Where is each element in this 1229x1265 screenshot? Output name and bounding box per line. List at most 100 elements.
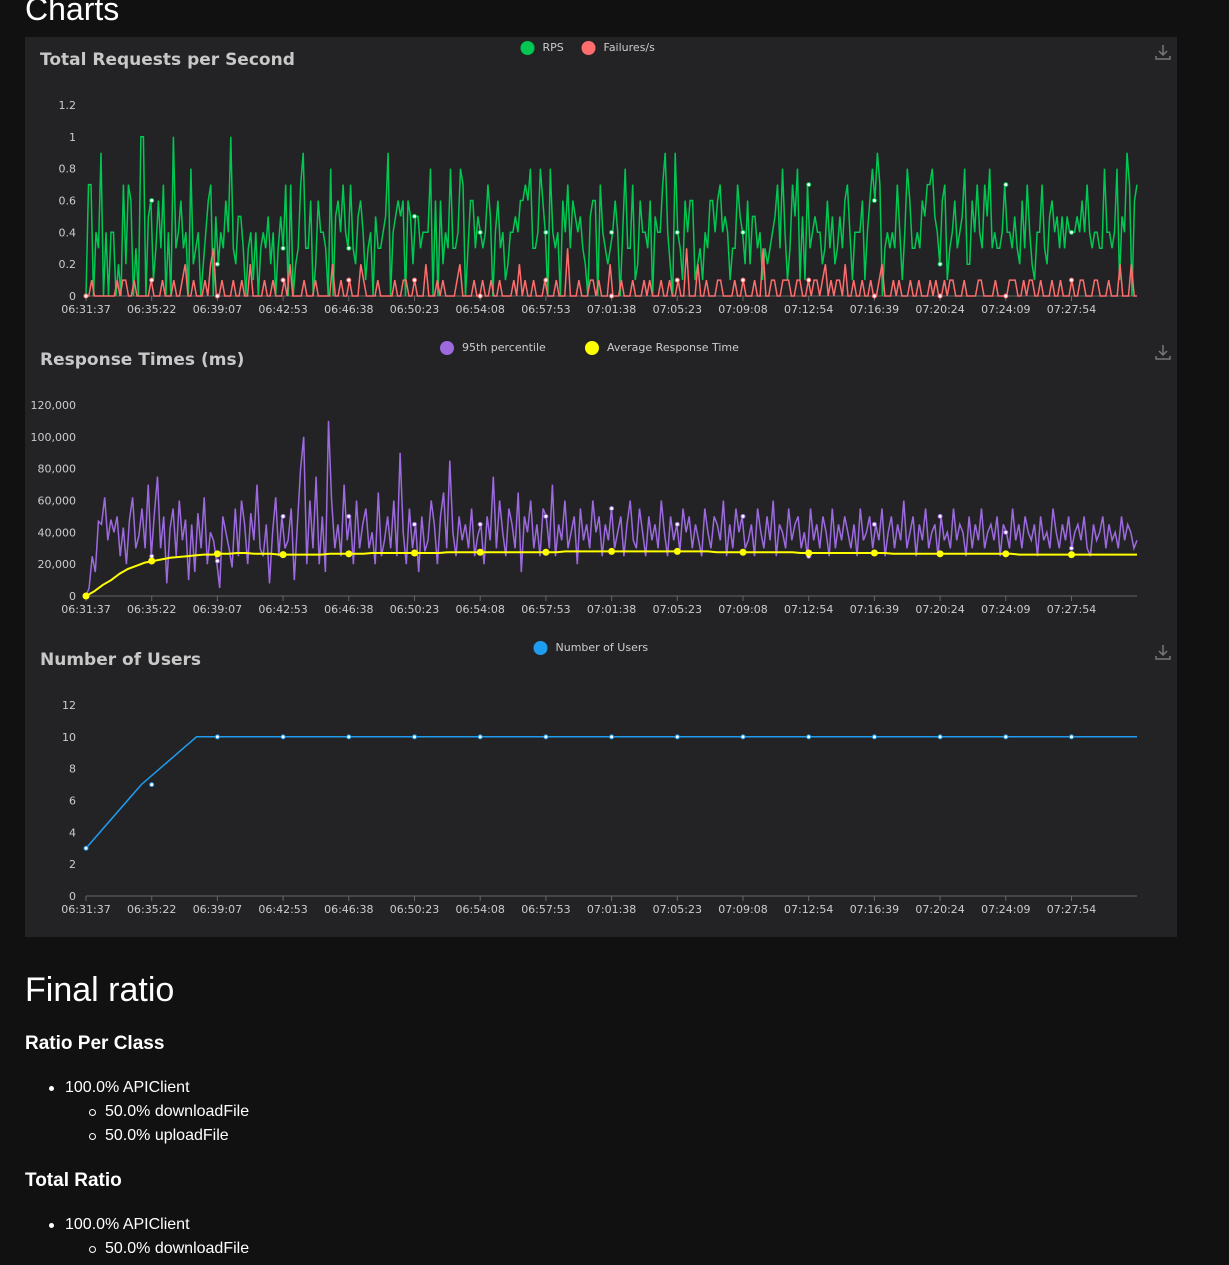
- data-point[interactable]: [1068, 551, 1075, 559]
- data-point[interactable]: [346, 513, 352, 519]
- data-point[interactable]: [149, 277, 155, 283]
- data-point[interactable]: [937, 734, 943, 740]
- data-point[interactable]: [280, 277, 286, 283]
- legend-item[interactable]: 95th percentile: [440, 341, 546, 355]
- legend-item[interactable]: Number of Users: [533, 641, 649, 655]
- data-point[interactable]: [937, 293, 943, 299]
- download-icon[interactable]: [1155, 45, 1171, 60]
- data-point[interactable]: [149, 782, 155, 788]
- legend-item[interactable]: Failures/s: [581, 41, 656, 55]
- data-point[interactable]: [542, 548, 550, 556]
- data-point[interactable]: [674, 229, 680, 235]
- data-point[interactable]: [674, 277, 680, 283]
- x-tick-label: 07:16:39: [850, 603, 899, 616]
- data-point[interactable]: [805, 549, 813, 557]
- data-point[interactable]: [609, 293, 615, 299]
- data-point[interactable]: [673, 547, 681, 555]
- x-tick-label: 06:31:37: [61, 903, 110, 916]
- data-point[interactable]: [214, 293, 220, 299]
- data-point[interactable]: [937, 513, 943, 519]
- data-point[interactable]: [82, 592, 90, 600]
- data-point[interactable]: [1069, 734, 1074, 740]
- data-point[interactable]: [739, 548, 747, 556]
- data-point[interactable]: [608, 547, 616, 555]
- data-point[interactable]: [411, 549, 418, 557]
- data-point[interactable]: [346, 245, 352, 251]
- data-point[interactable]: [543, 277, 549, 283]
- x-tick-label: 06:35:22: [127, 903, 176, 916]
- data-point[interactable]: [937, 261, 943, 267]
- data-point[interactable]: [280, 513, 286, 519]
- y-tick-label: 8: [69, 763, 76, 776]
- data-point[interactable]: [674, 521, 680, 527]
- x-tick-label: 07:12:54: [784, 903, 833, 916]
- data-point[interactable]: [346, 277, 352, 283]
- data-point[interactable]: [280, 245, 286, 251]
- data-point[interactable]: [346, 734, 352, 740]
- data-point[interactable]: [870, 549, 878, 557]
- data-point[interactable]: [1003, 734, 1009, 740]
- data-point[interactable]: [609, 229, 615, 235]
- data-point[interactable]: [871, 734, 877, 740]
- data-point[interactable]: [543, 734, 549, 740]
- data-point[interactable]: [412, 277, 417, 283]
- x-tick-label: 07:05:23: [653, 303, 702, 316]
- x-tick-label: 07:24:09: [981, 603, 1030, 616]
- data-point[interactable]: [609, 505, 615, 511]
- data-point[interactable]: [1069, 545, 1074, 551]
- data-point[interactable]: [871, 521, 877, 527]
- data-point[interactable]: [740, 734, 746, 740]
- data-point[interactable]: [412, 734, 417, 740]
- data-point[interactable]: [477, 229, 483, 235]
- legend-item[interactable]: Average Response Time: [585, 341, 739, 355]
- data-point[interactable]: [1069, 229, 1074, 235]
- data-point[interactable]: [412, 521, 417, 527]
- x-tick-label: 07:09:08: [718, 903, 767, 916]
- data-point[interactable]: [149, 198, 155, 203]
- data-point[interactable]: [477, 521, 483, 527]
- data-point[interactable]: [609, 734, 615, 740]
- data-point[interactable]: [214, 558, 220, 564]
- data-point[interactable]: [476, 548, 484, 556]
- data-point[interactable]: [806, 182, 812, 188]
- x-tick-label: 07:20:24: [915, 603, 964, 616]
- data-point[interactable]: [936, 550, 944, 558]
- data-point[interactable]: [806, 277, 812, 283]
- data-point[interactable]: [214, 261, 220, 267]
- download-icon[interactable]: [1155, 345, 1171, 360]
- x-tick-label: 06:54:08: [455, 603, 504, 616]
- x-tick-label: 06:54:08: [455, 903, 504, 916]
- data-point[interactable]: [477, 734, 483, 740]
- data-point[interactable]: [1069, 277, 1074, 283]
- data-point[interactable]: [213, 550, 221, 558]
- data-point[interactable]: [345, 550, 353, 558]
- y-tick-label: 4: [69, 826, 76, 839]
- legend-swatch: [585, 341, 599, 355]
- data-point[interactable]: [477, 293, 483, 299]
- data-point[interactable]: [674, 734, 680, 740]
- data-point[interactable]: [806, 734, 812, 740]
- data-point[interactable]: [740, 513, 746, 519]
- data-point[interactable]: [1003, 293, 1009, 299]
- data-point[interactable]: [148, 557, 156, 565]
- data-point[interactable]: [871, 198, 877, 203]
- data-point[interactable]: [740, 277, 746, 283]
- x-tick-label: 06:39:07: [193, 903, 242, 916]
- data-point[interactable]: [279, 551, 287, 559]
- data-point[interactable]: [214, 734, 220, 740]
- data-point[interactable]: [412, 213, 417, 219]
- legend-item[interactable]: RPS: [520, 41, 564, 55]
- data-point[interactable]: [1003, 529, 1009, 535]
- data-point[interactable]: [1003, 182, 1009, 188]
- data-point[interactable]: [543, 513, 549, 519]
- data-point[interactable]: [740, 229, 746, 235]
- data-point[interactable]: [871, 293, 877, 299]
- data-point[interactable]: [543, 229, 549, 235]
- data-point[interactable]: [83, 845, 89, 851]
- data-point[interactable]: [83, 293, 89, 299]
- data-point[interactable]: [280, 734, 286, 740]
- download-icon[interactable]: [1155, 645, 1171, 660]
- download-glyph: [1155, 45, 1171, 60]
- data-point[interactable]: [1002, 550, 1010, 558]
- y-tick-label: 1: [69, 131, 76, 144]
